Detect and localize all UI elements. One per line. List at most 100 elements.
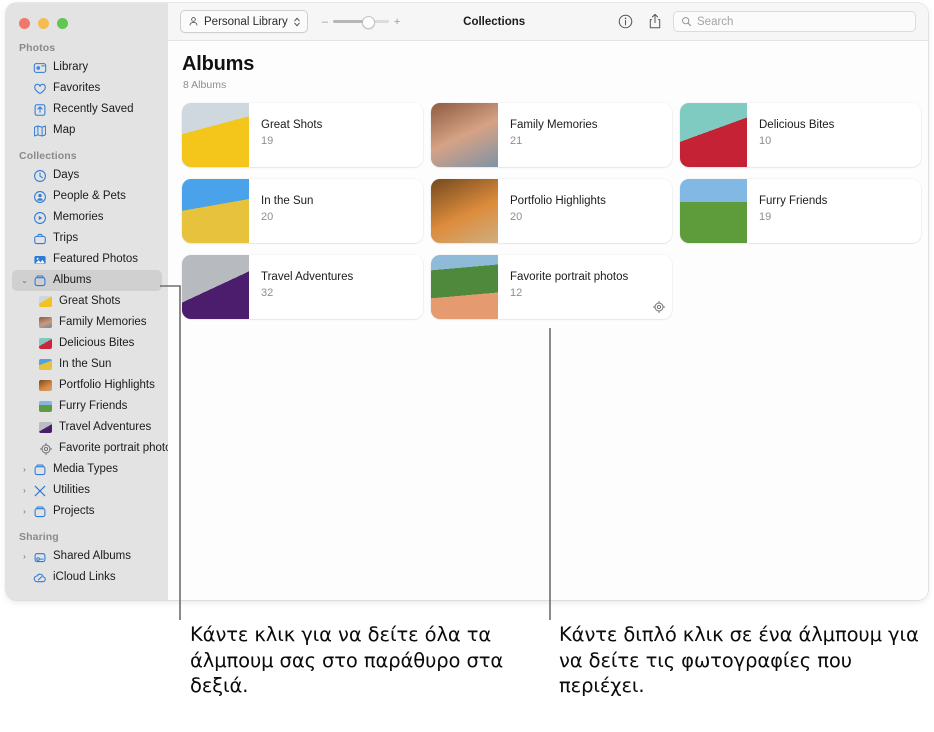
albums-folder-icon <box>31 274 48 288</box>
search-icon <box>682 17 692 27</box>
sidebar-item-days[interactable]: Days <box>12 165 162 186</box>
album-cover-thumbnail <box>431 255 498 319</box>
sidebar-item-trips[interactable]: Trips <box>12 228 162 249</box>
person-circle-icon <box>31 190 48 204</box>
album-card[interactable]: Furry Friends 19 <box>680 179 921 243</box>
search-field[interactable]: Search <box>673 11 916 32</box>
disclosure-triangle-icon[interactable]: › <box>19 552 30 561</box>
disclosure-triangle-icon[interactable]: › <box>19 465 30 474</box>
sidebar-item-map[interactable]: Map <box>12 120 162 141</box>
sidebar-item-shared-albums[interactable]: › Shared Albums <box>12 546 162 567</box>
search-input-placeholder[interactable]: Search <box>697 16 733 28</box>
album-meta: Favorite portrait photos 12 <box>498 255 672 319</box>
sidebar-section-header: Collections <box>19 150 77 162</box>
sidebar-item-label: Trips <box>53 231 79 244</box>
sidebar-item-label: Albums <box>53 273 92 286</box>
sidebar[interactable]: Photos Library Favorites Recently Saved Map C… <box>6 3 168 600</box>
toolbar: Personal Library – + Collections Search <box>168 3 928 41</box>
callout-right-text: Κάντε διπλό κλικ σε ένα άλμπουμ για να δ… <box>559 623 919 698</box>
album-cover-thumbnail <box>182 179 249 243</box>
sidebar-item-label: Memories <box>53 210 104 223</box>
album-title: Favorite portrait photos <box>510 271 629 283</box>
close-button[interactable] <box>19 18 30 29</box>
sidebar-item-label: Portfolio Highlights <box>59 378 155 391</box>
sidebar-item-featured-photos[interactable]: Featured Photos <box>12 249 162 270</box>
sidebar-item-people-pets[interactable]: People & Pets <box>12 186 162 207</box>
recently-saved-icon <box>31 103 48 117</box>
album-cover-thumbnail <box>431 103 498 167</box>
album-card[interactable]: Great Shots 19 <box>182 103 423 167</box>
album-card[interactable]: Favorite portrait photos 12 <box>431 255 672 319</box>
screenshot-root: Photos Library Favorites Recently Saved Map C… <box>0 0 934 732</box>
icloud-link-icon <box>31 571 48 585</box>
heart-icon <box>31 82 48 96</box>
info-circle-icon[interactable] <box>618 14 633 29</box>
sidebar-item-media-types[interactable]: › Media Types <box>12 459 162 480</box>
album-thumb-delicious-bites <box>37 338 54 349</box>
sidebar-item-projects[interactable]: › Projects <box>12 501 162 522</box>
zoom-out-button[interactable]: – <box>322 16 328 28</box>
sidebar-item-portfolio-highlights[interactable]: Portfolio Highlights <box>12 375 162 396</box>
albums-content: Albums 8 Albums Great Shots 19 Family Memo… <box>168 41 928 600</box>
disclosure-triangle-icon[interactable]: › <box>19 486 30 495</box>
album-photo-count: 32 <box>261 286 274 299</box>
toolbar-icons <box>618 13 662 30</box>
sidebar-item-library[interactable]: Library <box>12 57 162 78</box>
album-thumb-furry-friends <box>37 401 54 412</box>
sidebar-item-family-memories[interactable]: Family Memories <box>12 312 162 333</box>
sidebar-item-travel-adventures[interactable]: Travel Adventures <box>12 417 162 438</box>
disclosure-triangle-icon[interactable]: › <box>19 507 30 516</box>
sidebar-section-header: Sharing <box>19 531 59 543</box>
album-card[interactable]: Delicious Bites 10 <box>680 103 921 167</box>
sidebar-item-in-the-sun[interactable]: In the Sun <box>12 354 162 375</box>
album-photo-count: 20 <box>510 210 523 223</box>
album-card[interactable]: Travel Adventures 32 <box>182 255 423 319</box>
album-title: In the Sun <box>261 195 314 207</box>
sidebar-section-header: Photos <box>19 42 56 54</box>
map-icon <box>31 124 48 138</box>
disclosure-triangle-icon[interactable]: ⌄ <box>19 276 30 285</box>
album-card[interactable]: Family Memories 21 <box>431 103 672 167</box>
main-pane: Personal Library – + Collections Search … <box>168 3 928 600</box>
zoom-slider[interactable] <box>332 15 389 29</box>
album-meta: Family Memories 21 <box>498 103 672 167</box>
sidebar-item-label: Projects <box>53 504 95 517</box>
album-photo-count: 21 <box>510 134 523 147</box>
sidebar-item-recently-saved[interactable]: Recently Saved <box>12 99 162 120</box>
sidebar-item-label: Featured Photos <box>53 252 139 265</box>
sidebar-item-memories[interactable]: Memories <box>12 207 162 228</box>
featured-photos-icon <box>31 253 48 267</box>
album-title: Travel Adventures <box>261 271 354 283</box>
album-meta: Portfolio Highlights 20 <box>498 179 672 243</box>
sidebar-item-great-shots[interactable]: Great Shots <box>12 291 162 312</box>
library-picker-button[interactable]: Personal Library <box>180 10 308 33</box>
sidebar-item-favorite-portrait-photos[interactable]: Favorite portrait photos <box>12 438 168 459</box>
album-thumb-family-memories <box>37 317 54 328</box>
sidebar-item-furry-friends[interactable]: Furry Friends <box>12 396 162 417</box>
sidebar-item-albums[interactable]: ⌄ Albums <box>12 270 162 291</box>
sidebar-item-label: iCloud Links <box>53 570 116 583</box>
album-cover-thumbnail <box>182 255 249 319</box>
sidebar-item-utilities[interactable]: › Utilities <box>12 480 162 501</box>
smart-album-gear-icon <box>652 300 666 314</box>
share-icon[interactable] <box>648 13 662 30</box>
sidebar-item-favorites[interactable]: Favorites <box>12 78 162 99</box>
smart-album-gear-icon <box>37 442 54 456</box>
trips-icon <box>31 232 48 246</box>
sidebar-item-label: Family Memories <box>59 315 147 328</box>
album-photo-count: 19 <box>759 210 772 223</box>
sidebar-item-delicious-bites[interactable]: Delicious Bites <box>12 333 162 354</box>
album-meta: Travel Adventures 32 <box>249 255 423 319</box>
zoom-slider-knob[interactable] <box>361 15 375 29</box>
album-thumb-great-shots <box>37 296 54 307</box>
album-thumb-portfolio-highlights <box>37 380 54 391</box>
album-card[interactable]: In the Sun 20 <box>182 179 423 243</box>
album-card[interactable]: Portfolio Highlights 20 <box>431 179 672 243</box>
minimize-button[interactable] <box>38 18 49 29</box>
maximize-button[interactable] <box>57 18 68 29</box>
sidebar-item-label: Great Shots <box>59 294 121 307</box>
sidebar-item-label: Utilities <box>53 483 91 496</box>
sidebar-item-label: Days <box>53 168 80 181</box>
sidebar-item-icloud-links[interactable]: iCloud Links <box>12 567 162 588</box>
sidebar-item-label: Map <box>53 123 76 136</box>
